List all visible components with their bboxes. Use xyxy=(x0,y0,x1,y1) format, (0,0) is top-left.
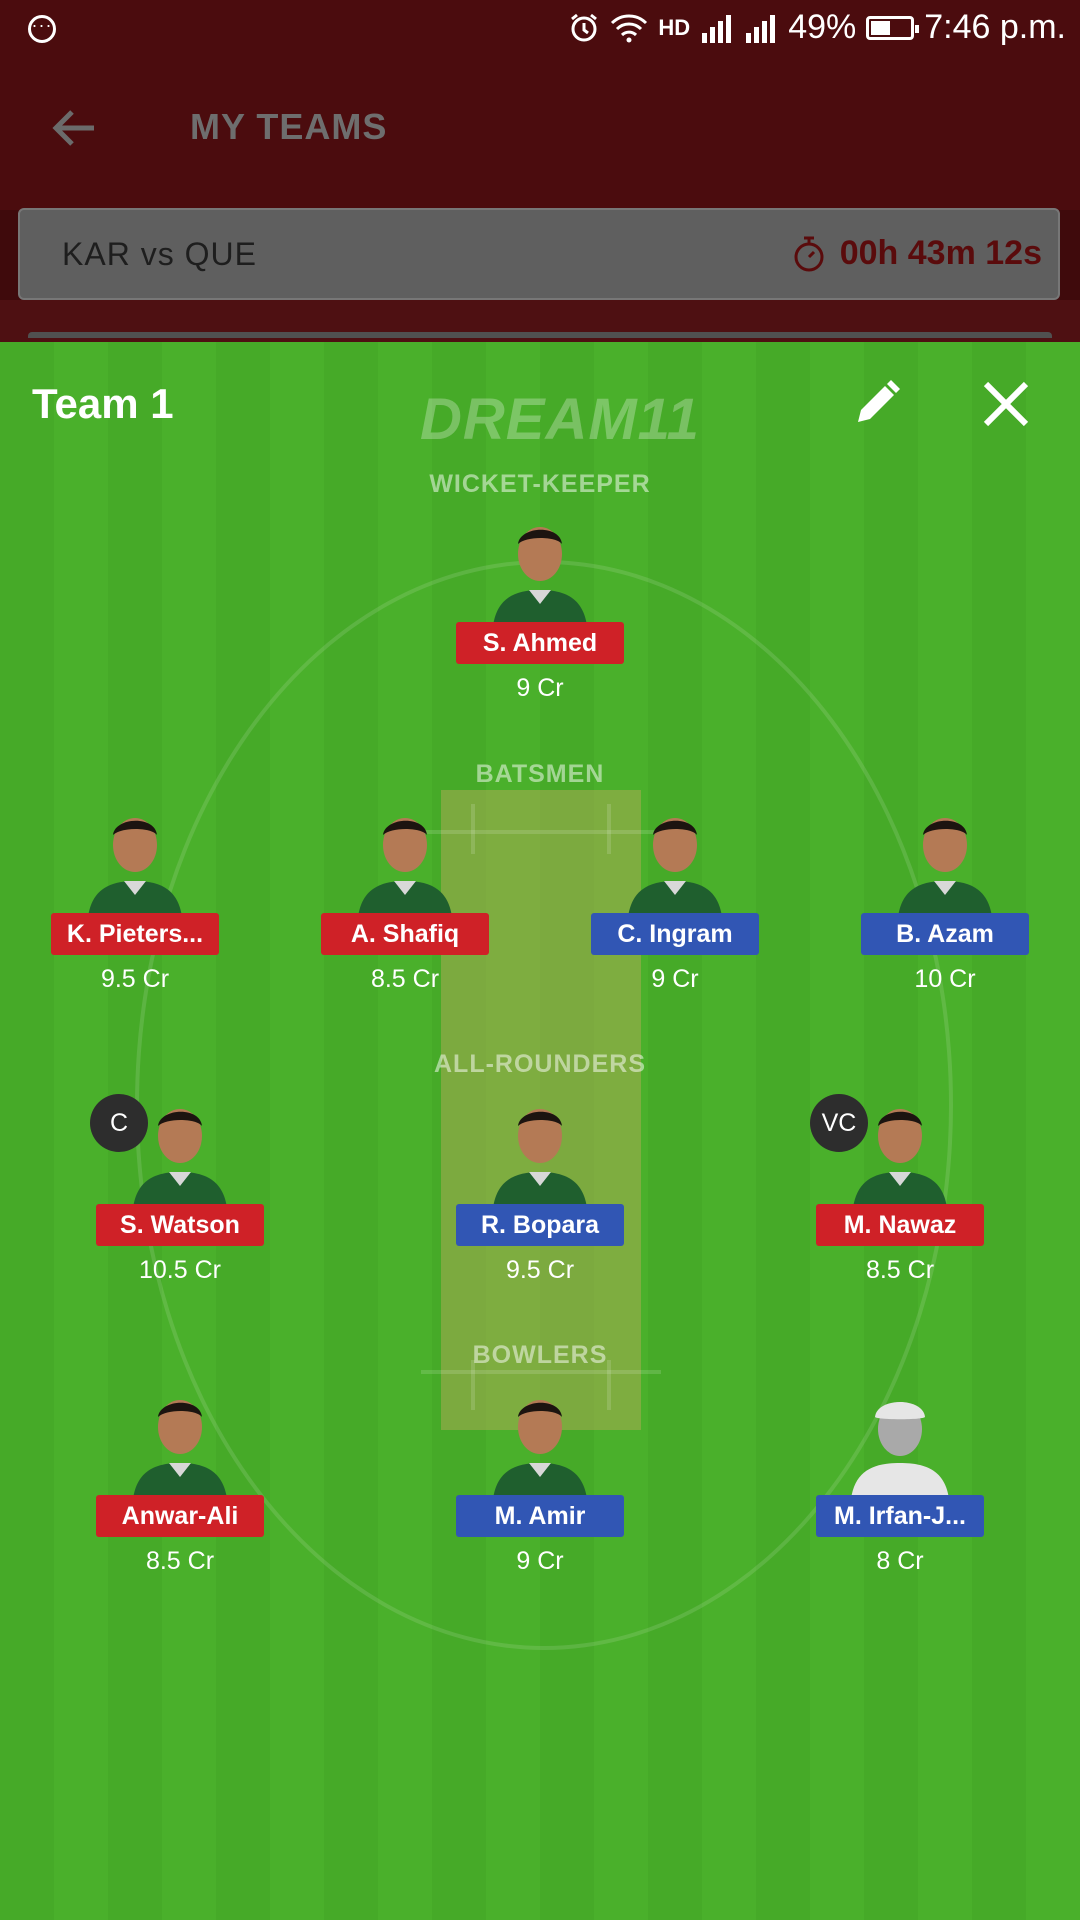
player-credit: 9 Cr xyxy=(651,965,699,993)
player-credit: 8.5 Cr xyxy=(865,1256,935,1284)
player-credit: 10 Cr xyxy=(914,965,976,993)
vice-captain-badge: VC xyxy=(810,1094,868,1152)
status-right: HD 49% 7:46 p.m. xyxy=(568,8,1066,47)
player-avatar xyxy=(80,805,190,917)
clock: 7:46 p.m. xyxy=(924,8,1066,46)
crease-line xyxy=(421,1370,661,1374)
battery-fill xyxy=(871,20,891,35)
person-icon xyxy=(628,818,722,917)
player-card[interactable]: B. Azam 10 Cr xyxy=(860,805,1030,993)
signal-icon xyxy=(702,14,732,43)
captain-badge: C xyxy=(90,1094,148,1152)
arrow-left-icon[interactable] xyxy=(48,102,100,154)
match-title: KAR vs QUE xyxy=(62,236,257,272)
dream11-logo: DREAM11 xyxy=(420,387,700,452)
countdown: 00h 43m 12s xyxy=(792,234,1042,273)
player-card[interactable]: R. Bopara 9.5 Cr xyxy=(455,1096,625,1284)
battery-percent: 49% xyxy=(788,8,857,46)
player-name-tag: R. Bopara xyxy=(456,1204,624,1246)
player-name-tag: M. Amir xyxy=(456,1495,624,1537)
person-icon xyxy=(493,527,587,626)
player-credit: 9.5 Cr xyxy=(100,965,170,993)
team-name: Team 1 xyxy=(32,380,174,427)
more-icon: ··· xyxy=(28,15,56,43)
section-all-rounders: ALL-ROUNDERS xyxy=(434,1050,646,1078)
player-name-tag: M. Irfan-J... xyxy=(816,1495,984,1537)
person-icon xyxy=(898,818,992,917)
player-name-tag: M. Nawaz xyxy=(816,1204,984,1246)
player-name-tag: C. Ingram xyxy=(591,913,759,955)
match-bar: KAR vs QUE 00h 43m 12s xyxy=(18,208,1060,300)
pencil-icon[interactable] xyxy=(852,378,902,428)
player-avatar-placeholder xyxy=(845,1387,955,1499)
hd-call-icon: HD xyxy=(658,14,691,40)
countdown-text: 00h 43m 12s xyxy=(839,234,1042,272)
player-card[interactable]: Anwar-Ali 8.5 Cr xyxy=(95,1387,265,1575)
section-bowlers: BOWLERS xyxy=(472,1341,608,1369)
list-card-edge xyxy=(0,300,1080,342)
player-card[interactable]: A. Shafiq 8.5 Cr xyxy=(320,805,490,993)
player-name-tag: A. Shafiq xyxy=(321,913,489,955)
player-credit: 9 Cr xyxy=(516,674,564,702)
player-credit: 9 Cr xyxy=(516,1547,564,1575)
person-icon xyxy=(493,1109,587,1208)
wifi-icon xyxy=(611,13,648,42)
app-bar: MY TEAMS xyxy=(0,62,1080,210)
player-name-tag: Anwar-Ali xyxy=(96,1495,264,1537)
battery-icon xyxy=(866,15,920,40)
player-avatar xyxy=(890,805,1000,917)
player-card[interactable]: M. Irfan-J... 8 Cr xyxy=(815,1387,985,1575)
person-icon xyxy=(493,1400,587,1499)
player-card[interactable]: K. Pieters... 9.5 Cr xyxy=(50,805,220,993)
player-credit: 9.5 Cr xyxy=(505,1256,575,1284)
player-card[interactable]: M. Amir 9 Cr xyxy=(455,1387,625,1575)
person-icon xyxy=(88,818,182,917)
player-avatar xyxy=(485,1096,595,1208)
player-card[interactable]: S. Ahmed 9 Cr xyxy=(455,514,625,702)
close-icon[interactable] xyxy=(980,378,1032,430)
player-credit: 10.5 Cr xyxy=(139,1256,221,1284)
person-icon xyxy=(358,818,452,917)
player-name-tag: S. Watson xyxy=(96,1204,264,1246)
player-avatar xyxy=(620,805,730,917)
player-avatar xyxy=(485,514,595,626)
team-preview-field: Team 1 DREAM11 WICKET-KEEPER BATSMEN ALL… xyxy=(0,342,1080,1920)
player-credit: 8 Cr xyxy=(876,1547,924,1575)
player-name-tag: K. Pieters... xyxy=(51,913,219,955)
page-title: MY TEAMS xyxy=(190,106,388,147)
player-avatar xyxy=(485,1387,595,1499)
section-batsmen: BATSMEN xyxy=(475,760,605,788)
player-credit: 8.5 Cr xyxy=(370,965,440,993)
player-credit: 8.5 Cr xyxy=(145,1547,215,1575)
section-wicket-keeper: WICKET-KEEPER xyxy=(429,470,651,498)
player-avatar xyxy=(350,805,460,917)
player-name-tag: S. Ahmed xyxy=(456,622,624,664)
stopwatch-icon xyxy=(794,236,824,271)
alarm-icon xyxy=(571,13,598,41)
player-card[interactable]: C. Ingram 9 Cr xyxy=(590,805,760,993)
status-bar: ··· HD 49% 7:46 p.m. xyxy=(0,0,1080,62)
placeholder-person-icon xyxy=(851,1402,949,1499)
player-name-tag: B. Azam xyxy=(861,913,1029,955)
signal-icon xyxy=(746,14,776,43)
person-icon xyxy=(133,1400,227,1499)
player-avatar xyxy=(125,1387,235,1499)
